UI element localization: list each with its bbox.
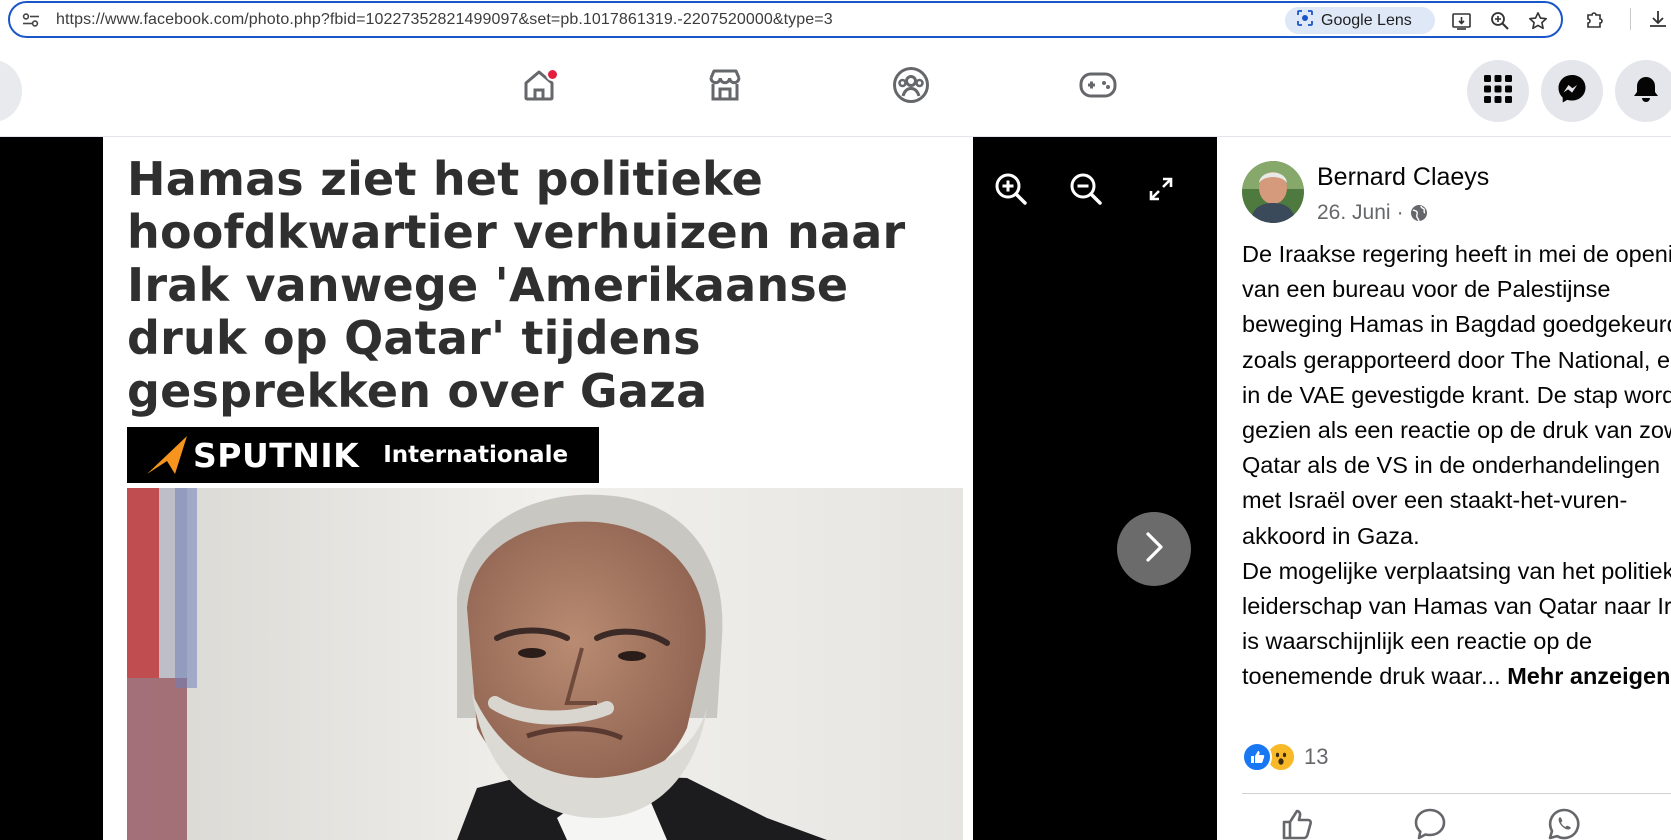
- fullscreen-button[interactable]: [1141, 171, 1181, 211]
- marketplace-tab[interactable]: [705, 67, 745, 107]
- reaction-count: 13: [1304, 744, 1329, 769]
- gaming-tab[interactable]: [1078, 67, 1118, 107]
- messenger-icon: [1556, 73, 1588, 110]
- next-photo-button[interactable]: [1117, 512, 1191, 586]
- post-text: De Iraakse regering heeft in mei de open…: [1242, 237, 1671, 695]
- chevron-right-icon: [1142, 530, 1166, 569]
- sputnik-subtitle: Internationale: [383, 442, 569, 468]
- google-lens-button[interactable]: Google Lens: [1285, 7, 1435, 34]
- grid-menu-icon: [1483, 74, 1513, 109]
- portrait-photo: [127, 488, 963, 840]
- author-name[interactable]: Bernard Claeys: [1317, 163, 1489, 192]
- like-reaction-icon: [1242, 742, 1272, 772]
- zoom-icon[interactable]: [1488, 9, 1512, 33]
- site-info-icon[interactable]: [22, 13, 40, 27]
- post-body: De Iraakse regering heeft in mei de open…: [1242, 241, 1671, 690]
- notifications-button[interactable]: [1615, 60, 1671, 122]
- google-lens-label: Google Lens: [1321, 11, 1412, 29]
- whatsapp-icon: [1547, 807, 1581, 840]
- date-separator: ·: [1396, 201, 1404, 224]
- menu-button[interactable]: [1467, 60, 1529, 122]
- bell-icon: [1631, 74, 1661, 109]
- sputnik-logo-text: SPUTNIK: [193, 435, 360, 475]
- globe-icon: [1410, 204, 1428, 222]
- browser-toolbar: https://www.facebook.com/photo.php?fbid=…: [0, 0, 1671, 40]
- post-side-panel: Bernard Claeys 26. Juni · De Iraakse reg…: [1217, 137, 1671, 840]
- zoom-in-icon: [994, 172, 1028, 211]
- photo-image: Hamas ziet het politieke hoofdkwartier v…: [103, 137, 973, 840]
- comment-icon: [1413, 807, 1447, 840]
- reactions-summary[interactable]: 13: [1242, 741, 1328, 773]
- comment-button[interactable]: [1410, 807, 1450, 840]
- expand-icon: [1148, 176, 1174, 207]
- download-icon[interactable]: [1645, 6, 1671, 32]
- address-bar[interactable]: https://www.facebook.com/photo.php?fbid=…: [8, 1, 1563, 38]
- groups-tab[interactable]: [891, 66, 931, 109]
- image-headline: Hamas ziet het politieke hoofdkwartier v…: [127, 152, 906, 418]
- post-date[interactable]: 26. Juni: [1317, 201, 1391, 225]
- like-button[interactable]: [1277, 807, 1317, 840]
- author-avatar[interactable]: [1242, 161, 1304, 223]
- toolbar-separator: [1630, 8, 1631, 30]
- see-more-link[interactable]: Mehr anzeigen: [1507, 663, 1670, 689]
- groups-icon: [892, 66, 930, 109]
- home-notification-dot: [546, 68, 559, 81]
- gaming-controller-icon: [1078, 70, 1118, 105]
- zoom-out-icon: [1069, 172, 1103, 211]
- thumbs-up-icon: [1280, 807, 1314, 840]
- extensions-icon[interactable]: [1582, 6, 1608, 32]
- bookmark-star-icon[interactable]: [1526, 9, 1550, 33]
- facebook-top-nav: [0, 40, 1671, 137]
- back-button[interactable]: [0, 60, 22, 122]
- zoom-out-button[interactable]: [1066, 171, 1106, 211]
- messenger-button[interactable]: [1541, 60, 1603, 122]
- marketplace-icon: [706, 67, 744, 108]
- photo-viewer: Hamas ziet het politieke hoofdkwartier v…: [0, 137, 1217, 840]
- post-meta: 26. Juni ·: [1317, 201, 1428, 225]
- zoom-in-button[interactable]: [991, 171, 1031, 211]
- url-text[interactable]: https://www.facebook.com/photo.php?fbid=…: [56, 11, 833, 29]
- sputnik-brand-bar: SPUTNIK Internationale: [127, 427, 599, 483]
- lens-icon: [1295, 8, 1315, 33]
- whatsapp-share-button[interactable]: [1544, 807, 1584, 840]
- sputnik-logo-icon: [145, 434, 189, 476]
- home-tab[interactable]: [519, 67, 559, 107]
- install-app-icon[interactable]: [1450, 9, 1474, 33]
- actions-divider: [1242, 793, 1671, 794]
